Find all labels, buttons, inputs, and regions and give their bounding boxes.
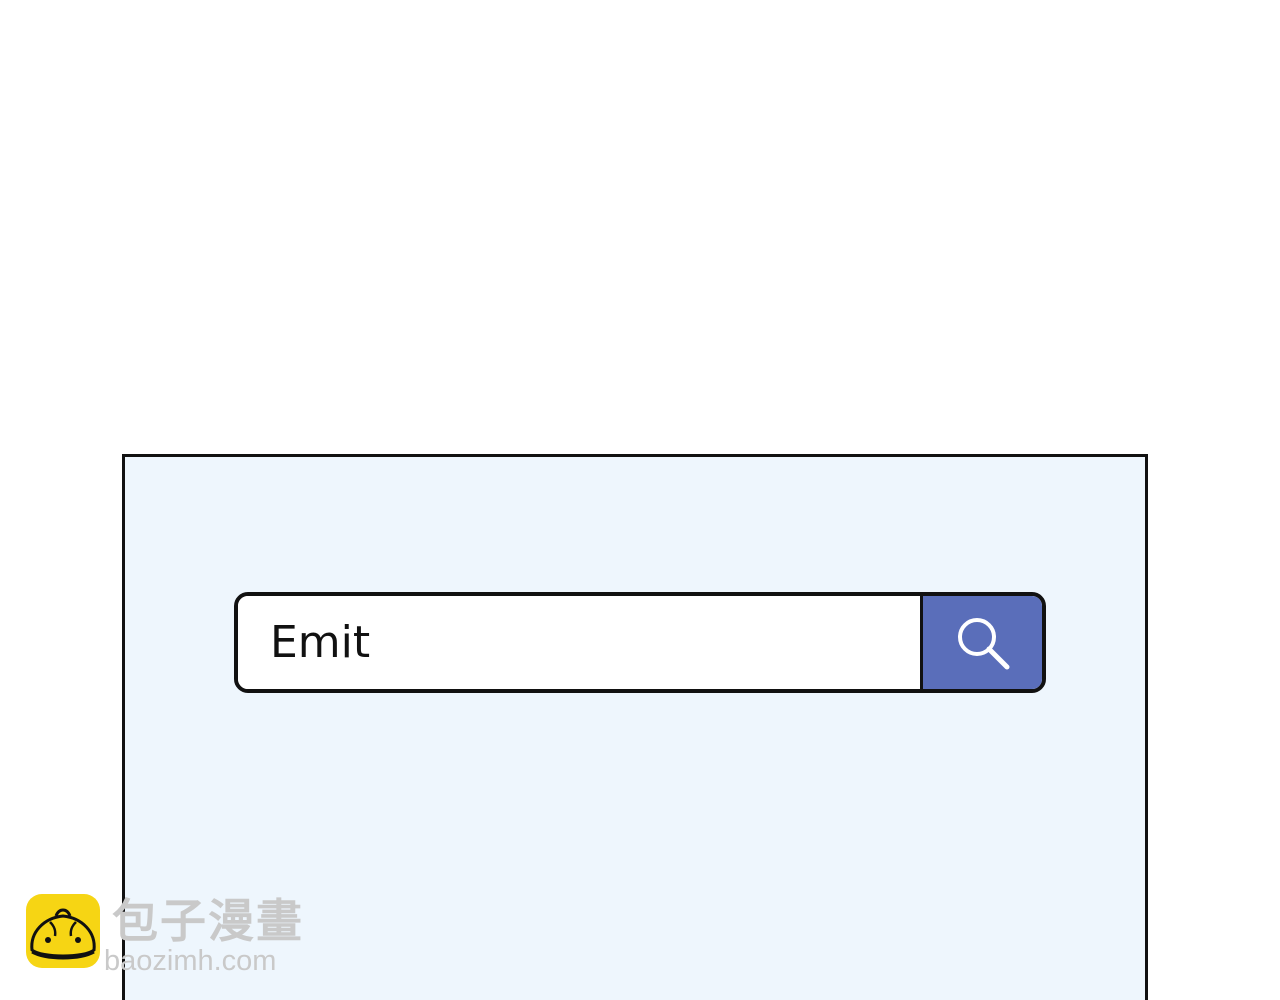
watermark-title: 包子漫畫 — [112, 894, 304, 948]
watermark: 包子漫畫 baozimh.com — [26, 894, 326, 984]
search-input[interactable] — [238, 596, 920, 689]
search-bar — [234, 592, 1046, 693]
page: 包子漫畫 baozimh.com — [0, 0, 1280, 1000]
search-button[interactable] — [920, 596, 1042, 689]
search-icon — [953, 613, 1013, 673]
watermark-url: baozimh.com — [104, 945, 277, 977]
bun-mascot-icon — [26, 894, 100, 968]
